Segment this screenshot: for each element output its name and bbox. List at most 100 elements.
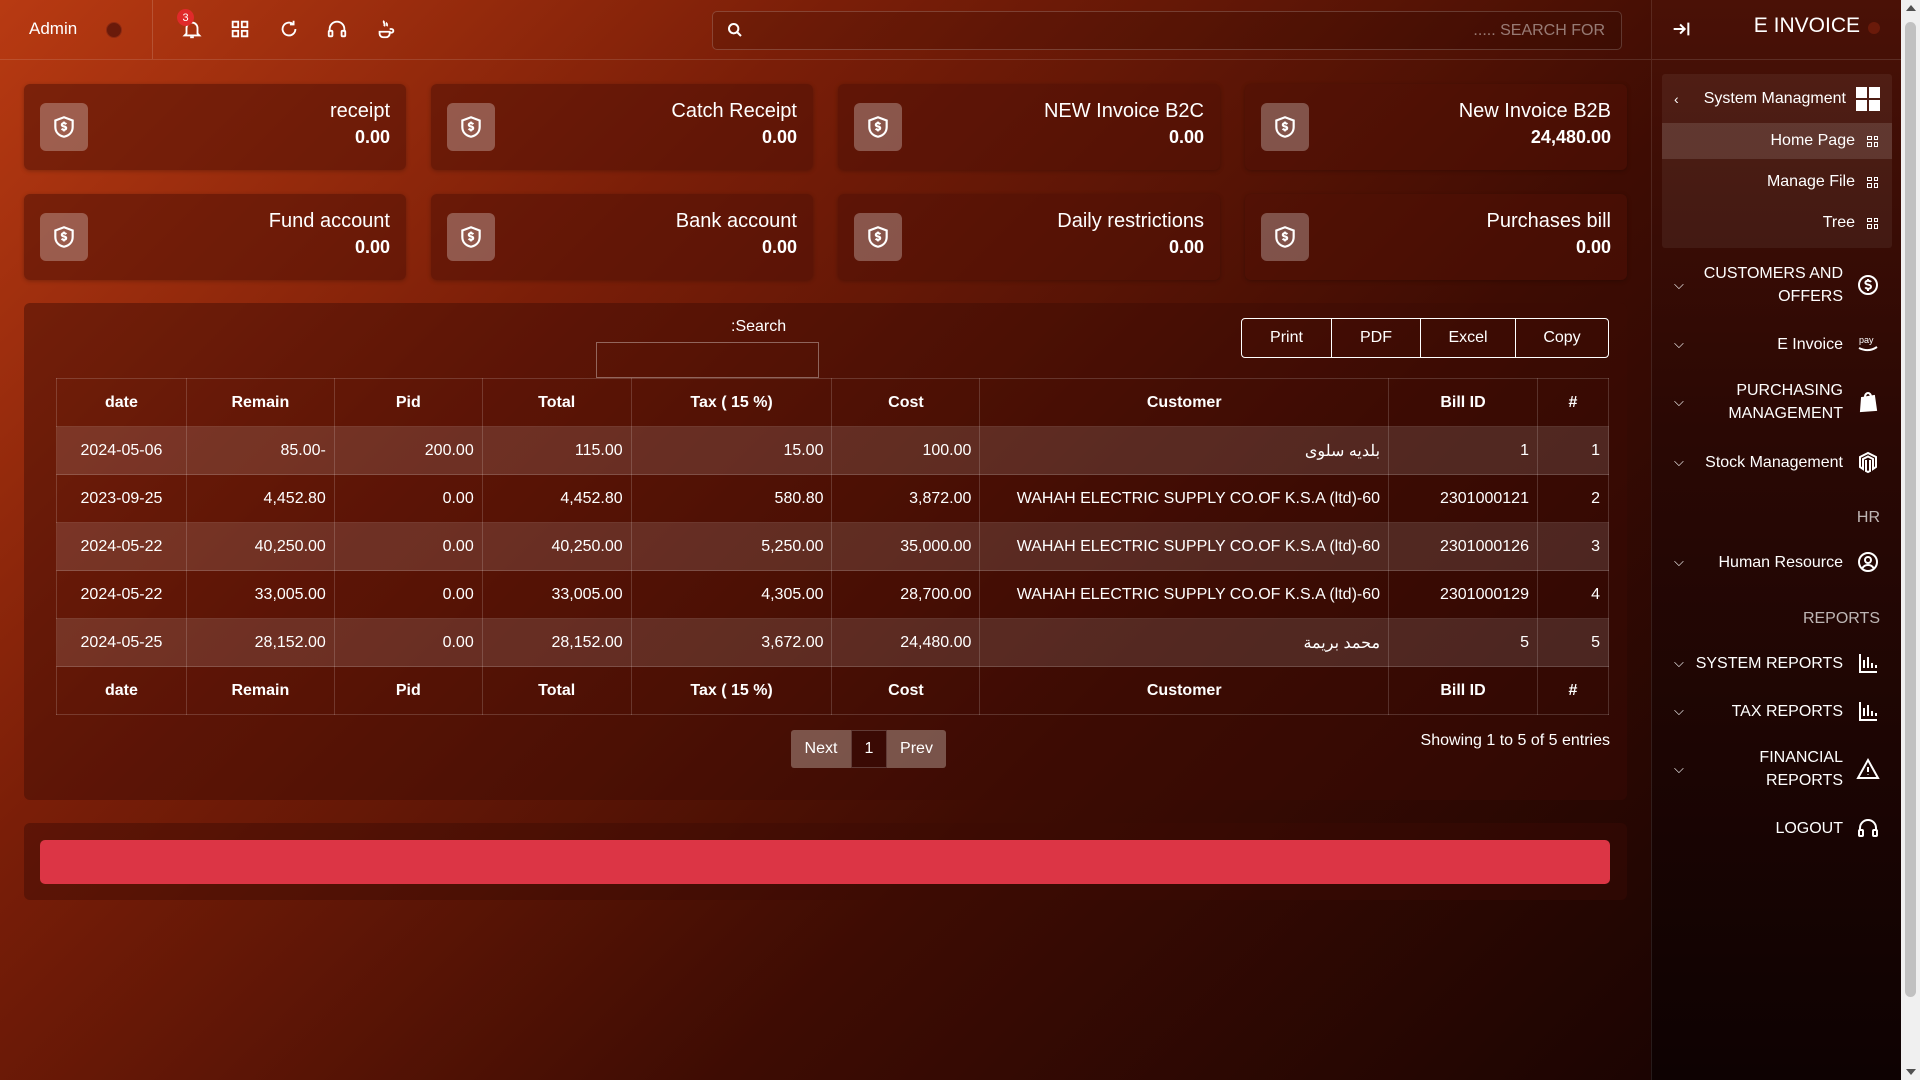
collapse-sidebar-icon[interactable] xyxy=(1670,18,1692,40)
table-row[interactable]: 2024-05-22 40,250.00 0.00 40,250.00 5,25… xyxy=(56,522,1610,571)
card-bank-account[interactable]: Bank account 0.00 xyxy=(431,194,813,280)
user-name[interactable]: Admin xyxy=(29,19,77,39)
card-title: New Invoice B2B xyxy=(1458,100,1611,122)
chevron-down-icon: ⌵ xyxy=(1674,454,1684,469)
sidebar-item-home-page[interactable]: Home Page xyxy=(1662,123,1892,159)
sidebar-item-label: PURCHASING MANAGEMENT xyxy=(1728,382,1843,422)
sidebar-item-label: TAX REPORTS xyxy=(1731,702,1843,720)
grid-icon xyxy=(1867,135,1878,147)
table-search-input[interactable] xyxy=(596,342,819,378)
windows-icon xyxy=(1856,87,1880,111)
card-title: receipt xyxy=(329,100,390,122)
table-row[interactable]: 2024-05-25 28,152.00 0.00 28,152.00 3,67… xyxy=(56,618,1610,667)
col-header-number[interactable]: # xyxy=(1536,378,1610,427)
copy-button[interactable]: Copy xyxy=(1515,319,1608,357)
print-button[interactable]: Print xyxy=(1242,319,1331,357)
card-purchases-bill[interactable]: Purchases bill 0.00 xyxy=(1245,194,1627,280)
card-daily-restrictions[interactable]: Daily restrictions 0.00 xyxy=(838,194,1220,280)
col-header-tax[interactable]: Tax ( 15 %) xyxy=(630,378,833,427)
card-title: Fund account xyxy=(268,210,390,232)
sidebar-item-stock[interactable]: ⌵ Stock Management xyxy=(1652,445,1902,479)
page-number-button[interactable]: 1 xyxy=(851,730,887,768)
notification-badge: 3 xyxy=(177,9,194,26)
col-footer-number: # xyxy=(1536,666,1610,715)
sidebar-item-financial-reports[interactable]: ⌵ FINANCIAL REPORTS xyxy=(1652,745,1902,793)
card-value: 0.00 xyxy=(354,237,390,257)
system-management-toggle[interactable]: ‹ System Managment xyxy=(1662,82,1892,116)
col-header-remain[interactable]: Remain xyxy=(185,378,335,427)
cell-cost: 35,000.00 xyxy=(831,522,981,571)
col-header-date[interactable]: date xyxy=(56,378,187,427)
col-header-customer[interactable]: Customer xyxy=(979,378,1390,427)
cell-number: 4 xyxy=(1536,570,1610,619)
apps-grid-icon[interactable] xyxy=(227,16,253,42)
cell-date: 2024-05-25 xyxy=(56,618,187,667)
logout-button[interactable]: LOGOUT xyxy=(1652,811,1902,845)
chevron-down-icon: ⌵ xyxy=(1674,394,1684,409)
cell-tax: 15.00 xyxy=(630,426,833,475)
table-row[interactable]: 2023-09-25 4,452.80 0.00 4,452.80 580.80… xyxy=(56,474,1610,523)
card-fund-account[interactable]: Fund account 0.00 xyxy=(24,194,406,280)
cell-tax: 4,305.00 xyxy=(630,570,833,619)
next-page-button[interactable]: Next xyxy=(791,730,851,768)
cell-date: 2024-05-22 xyxy=(56,570,187,619)
cell-cost: 100.00 xyxy=(831,426,981,475)
grid-icon xyxy=(1867,217,1878,229)
col-header-bill-id[interactable]: Bill ID xyxy=(1388,378,1538,427)
shield-dollar-icon xyxy=(40,213,88,261)
sidebar-item-customers-offers[interactable]: ⌵ CUSTOMERS AND OFFERS xyxy=(1652,261,1902,309)
sidebar-item-system-reports[interactable]: ⌵ SYSTEM REPORTS xyxy=(1652,646,1902,680)
headset-icon[interactable] xyxy=(324,16,350,42)
bar-chart-icon xyxy=(1855,650,1881,676)
prev-page-button[interactable]: Prev xyxy=(887,730,946,768)
chevron-down-icon: ⌵ xyxy=(1674,336,1684,351)
col-header-cost[interactable]: Cost xyxy=(831,378,981,427)
grid-icon xyxy=(1867,176,1878,188)
scrollbar-thumb[interactable] xyxy=(1905,22,1916,997)
sidebar-item-e-invoice[interactable]: ⌵ E Invoice pay xyxy=(1652,327,1902,361)
global-search-input[interactable] xyxy=(753,12,1607,49)
cell-number: 1 xyxy=(1536,426,1610,475)
card-title: Bank account xyxy=(675,210,797,232)
system-management-group: ‹ System Managment Home Page Manage File… xyxy=(1662,74,1892,248)
col-header-pid[interactable]: Pid xyxy=(333,378,483,427)
card-receipt[interactable]: receipt 0.00 xyxy=(24,84,406,170)
dollar-circle-icon xyxy=(1855,272,1881,298)
card-title: Daily restrictions xyxy=(1057,210,1204,232)
pay-icon: pay xyxy=(1855,331,1881,357)
sidebar-item-human-resource[interactable]: ⌵ Human Resource xyxy=(1652,545,1902,579)
col-header-total[interactable]: Total xyxy=(481,378,632,427)
sidebar-item-tree[interactable]: Tree xyxy=(1662,205,1892,241)
cell-pid: 0.00 xyxy=(333,474,483,523)
java-cup-icon[interactable] xyxy=(373,16,399,42)
card-new-invoice-b2c[interactable]: NEW Invoice B2C 0.00 xyxy=(838,84,1220,170)
card-catch-receipt[interactable]: Catch Receipt 0.00 xyxy=(431,84,813,170)
cell-pid: 0.00 xyxy=(333,618,483,667)
table-row[interactable]: 2024-05-22 33,005.00 0.00 33,005.00 4,30… xyxy=(56,570,1610,619)
status-dot xyxy=(1868,22,1880,34)
sidebar-item-purchasing[interactable]: ⌵ PURCHASING MANAGEMENT xyxy=(1652,378,1902,426)
table-row[interactable]: 2024-05-06 85.00- 200.00 115.00 15.00 10… xyxy=(56,426,1610,475)
chevron-down-icon: ⌵ xyxy=(1674,655,1684,670)
scroll-down-icon[interactable] xyxy=(1906,1069,1916,1075)
pdf-button[interactable]: PDF xyxy=(1331,319,1420,357)
sidebar-item-label: SYSTEM REPORTS xyxy=(1695,654,1843,672)
cell-date: 2024-05-22 xyxy=(56,522,187,571)
excel-button[interactable]: Excel xyxy=(1420,319,1515,357)
sidebar-item-label: Human Resource xyxy=(1718,553,1844,571)
refresh-icon[interactable] xyxy=(276,16,302,42)
page-scrollbar[interactable] xyxy=(1901,0,1920,1080)
user-gear-icon xyxy=(1855,549,1881,575)
col-footer-tax: Tax ( 15 %) xyxy=(630,666,833,715)
sidebar-item-tax-reports[interactable]: ⌵ TAX REPORTS xyxy=(1652,694,1902,728)
cell-total: 33,005.00 xyxy=(481,570,632,619)
chevron-down-icon: ⌵ xyxy=(1674,761,1684,776)
sidebar-item-manage-file[interactable]: Manage File xyxy=(1662,164,1892,200)
cell-customer: بلديه سلوى xyxy=(979,426,1390,475)
card-new-invoice-b2b[interactable]: New Invoice B2B 24,480.00 xyxy=(1245,84,1627,170)
cell-cost: 28,700.00 xyxy=(831,570,981,619)
user-avatar[interactable] xyxy=(106,22,122,38)
magento-icon xyxy=(1855,449,1881,475)
search-icon xyxy=(728,23,742,37)
scroll-up-icon[interactable] xyxy=(1906,5,1916,11)
